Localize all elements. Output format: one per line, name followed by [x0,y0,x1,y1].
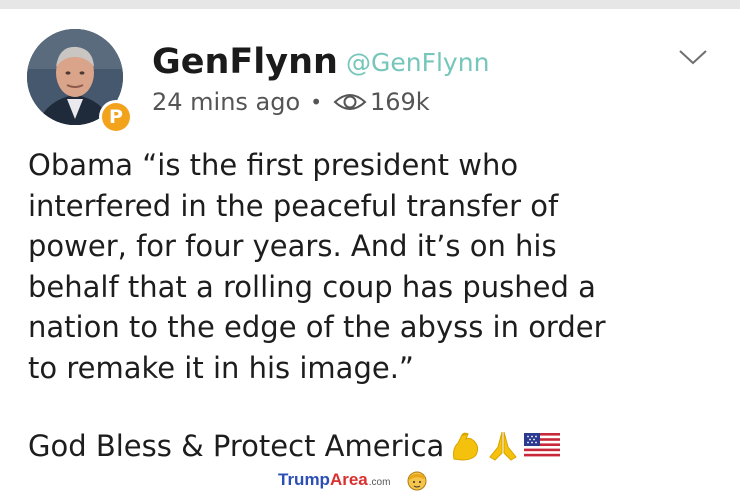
folded-hands-icon [489,431,518,461]
author-name[interactable]: GenFlynn [152,40,338,84]
post-line: interfered in the peaceful transfer of [28,188,559,223]
badge-letter: P [102,103,130,131]
post-meta: 24 mins ago • 169k [152,86,430,118]
watermark-part2: Area [329,470,368,489]
watermark-face-icon [407,471,427,491]
parler-badge-icon: P [99,100,133,134]
post-line: to remake it in his image.” [28,350,414,385]
watermark-part3: .com [368,476,391,488]
post-line: behalf that a rolling coup has pushed a [28,269,596,304]
chevron-down-icon[interactable] [678,48,708,66]
us-flag-icon [524,433,561,459]
post-line: nation to the edge of the abyss in order [28,310,606,344]
view-count: 169k [369,88,430,116]
post-closing: God Bless & Protect America [28,426,561,466]
watermark-part1: Trump [278,470,330,489]
post-line: Obama “is the first president who [28,148,519,182]
top-divider [0,0,740,9]
author-handle[interactable]: @GenFlynn [346,45,489,81]
post-line: power, for four years. And it’s on his [28,229,557,263]
eye-icon [333,94,367,110]
meta-separator: • [310,90,322,114]
post-body: Obama “is the first president who interf… [28,145,728,388]
flexed-biceps-icon [453,432,479,461]
time-ago: 24 mins ago [152,88,301,116]
watermark: Trump Area .com [278,468,428,492]
closing-text: God Bless & Protect America [28,429,445,463]
